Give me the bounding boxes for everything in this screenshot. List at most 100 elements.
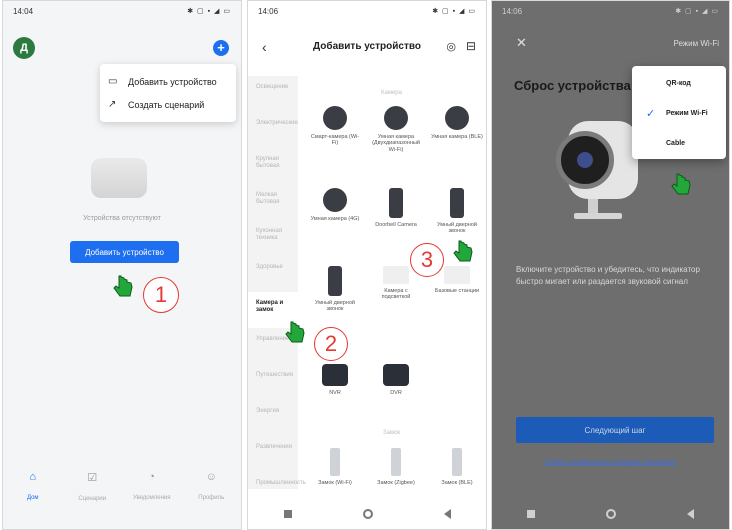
device-item[interactable]: Смарт-камера (Wi-Fi) (309, 106, 361, 147)
category-item[interactable]: Развлечения (248, 436, 298, 472)
avatar[interactable]: Д (13, 37, 35, 59)
device-label: Умный дверной звонок (315, 300, 355, 313)
bottom-navigation: ⌂ Дом ☑ Сценарии ◔ Уведомления ☺ Профиль (3, 471, 241, 511)
camera-icon (384, 106, 408, 130)
device-item[interactable]: NVR (309, 364, 361, 396)
lock-icon (330, 448, 340, 476)
device-item[interactable]: DVR (370, 364, 422, 396)
profile-icon: ☺ (205, 471, 217, 483)
nav-label: Уведомления (132, 495, 171, 501)
device-item-smart-doorbell[interactable]: Умный дверной звонок (431, 188, 483, 235)
phone-screen-home: 14:04 ✱ ▢ ▪ ◢ ▭ Д + ▭ Добавить устройств… (2, 0, 242, 530)
category-item[interactable]: Освещение (248, 76, 298, 112)
option-label: Режим Wi-Fi (666, 109, 708, 117)
system-nav-bar (492, 499, 729, 529)
status-bar: 14:06 ✱ ▢ ▪ ◢ ▭ (492, 1, 729, 21)
category-item[interactable]: Кухонная техника (248, 220, 298, 256)
phone-screen-reset-device: 14:06 ✱ ▢ ▪ ◢ ▭ ✕ Режим Wi-Fi Сброс устр… (491, 0, 730, 530)
status-time: 14:06 (502, 6, 523, 16)
tap-hand-icon (671, 173, 691, 195)
device-item[interactable]: Умная камера (BLE) (431, 106, 483, 140)
menu-item-label: Добавить устройство (128, 76, 217, 87)
nav-label: Сценарии (78, 496, 107, 502)
header: ‹ Добавить устройство ◎ ⊟ (248, 31, 486, 61)
category-item[interactable]: Мелкая бытовая (248, 184, 298, 220)
nav-item-notifications[interactable]: ◔ Уведомления (130, 471, 174, 504)
device-item[interactable]: Замок (Wi-Fi) (309, 448, 361, 486)
device-label: Doorbell Camera (375, 222, 417, 228)
scan-icon[interactable]: ◎ (446, 40, 456, 53)
section-header: Замок (383, 430, 401, 436)
tap-hand-icon (285, 321, 305, 343)
recent-apps-icon[interactable] (283, 510, 292, 518)
add-plus-button[interactable]: + (213, 40, 229, 56)
category-item[interactable]: Путешествия (248, 364, 298, 400)
home-button-icon[interactable] (362, 509, 373, 519)
device-item[interactable]: Замок (BLE) (431, 448, 483, 486)
menu-item-label: Создать сценарий (128, 99, 205, 110)
option-label: Cable (666, 139, 686, 147)
scenario-icon: ☑ (87, 472, 98, 484)
back-icon[interactable] (443, 509, 451, 519)
device-grid: Камера Смарт-камера (Wi-Fi) Умная камера… (303, 76, 486, 489)
category-item[interactable]: Здоровье (248, 256, 298, 292)
camera-icon (323, 106, 347, 130)
notify-icon: ◔ (148, 471, 156, 483)
device-label: Базовые станции (434, 288, 480, 294)
qr-scan-icon[interactable]: ⊟ (466, 39, 476, 53)
add-device-button[interactable]: Добавить устройство (70, 241, 179, 263)
nav-item-scenarios[interactable]: ☑ Сценарии (70, 471, 114, 505)
nvr-icon (322, 364, 348, 386)
device-label: Умный дверной звонок (437, 222, 477, 235)
menu-option-wifi[interactable]: ✓ Режим Wi-Fi (632, 98, 726, 128)
tap-hand-icon (113, 275, 133, 297)
mode-selector-button[interactable]: Режим Wi-Fi (673, 39, 719, 48)
light-camera-icon (383, 266, 409, 284)
status-icons: ✱ ▢ ▪ ◢ ▭ (187, 8, 231, 15)
device-item[interactable]: Умная камера (4G) (309, 188, 361, 222)
base-station-icon (444, 266, 470, 284)
category-item[interactable]: Электрические (248, 112, 298, 148)
home-icon: ⌂ (29, 471, 37, 483)
device-item[interactable]: Умная камера (Двухдиапазонный Wi-Fi) (370, 106, 422, 153)
next-step-button[interactable]: Следующий шаг (516, 417, 714, 443)
device-label: Умная камера (4G) (310, 216, 360, 222)
step-badge-3: 3 (410, 243, 444, 277)
lock-icon (452, 448, 462, 476)
reset-help-link[interactable]: Сброс устройства в исходное состояние (492, 459, 729, 466)
device-label: Замок (Wi-Fi) (318, 480, 352, 486)
nav-label: Дом (26, 495, 39, 501)
device-label: NVR (329, 390, 341, 396)
menu-option-cable[interactable]: Cable (632, 128, 726, 158)
device-item[interactable]: Умный дверной звонок (309, 266, 361, 313)
device-label: Умная камера (BLE) (431, 134, 483, 140)
empty-state-text: Устройства отсутствуют (83, 215, 161, 222)
device-item[interactable]: Замок (Zigbee) (370, 448, 422, 486)
nav-item-home[interactable]: ⌂ Дом (11, 471, 55, 504)
step-badge-1: 1 (143, 277, 179, 313)
status-bar: 14:06 ✱ ▢ ▪ ◢ ▭ (248, 1, 486, 21)
section-header: Камера (381, 90, 402, 96)
menu-item-create-scenario[interactable]: ↗ Создать сценарий (108, 93, 228, 116)
nav-item-profile[interactable]: ☺ Профиль (189, 471, 233, 504)
device-label: Умная камера (Двухдиапазонный Wi-Fi) (372, 134, 420, 153)
doorbell-icon (328, 266, 342, 296)
close-icon[interactable]: ✕ (516, 35, 527, 51)
scenario-icon: ↗ (108, 99, 117, 110)
device-item[interactable]: Doorbell Camera (370, 188, 422, 228)
device-icon: ▭ (108, 76, 118, 87)
camera-icon (323, 188, 347, 212)
category-item[interactable]: Крупная бытовая (248, 148, 298, 184)
recent-apps-icon[interactable] (527, 510, 536, 518)
device-label: DVR (390, 390, 402, 396)
menu-item-add-device[interactable]: ▭ Добавить устройство (108, 70, 228, 93)
empty-state-image (91, 158, 147, 198)
step-badge-2: 2 (314, 327, 348, 361)
category-item[interactable]: Энергия (248, 400, 298, 436)
back-icon[interactable] (686, 509, 694, 519)
add-menu-popup: ▭ Добавить устройство ↗ Создать сценарий (100, 64, 236, 122)
lock-icon (391, 448, 401, 476)
checkmark-icon: ✓ (646, 107, 656, 120)
menu-option-qr[interactable]: QR-код (632, 68, 726, 98)
home-button-icon[interactable] (605, 509, 616, 519)
